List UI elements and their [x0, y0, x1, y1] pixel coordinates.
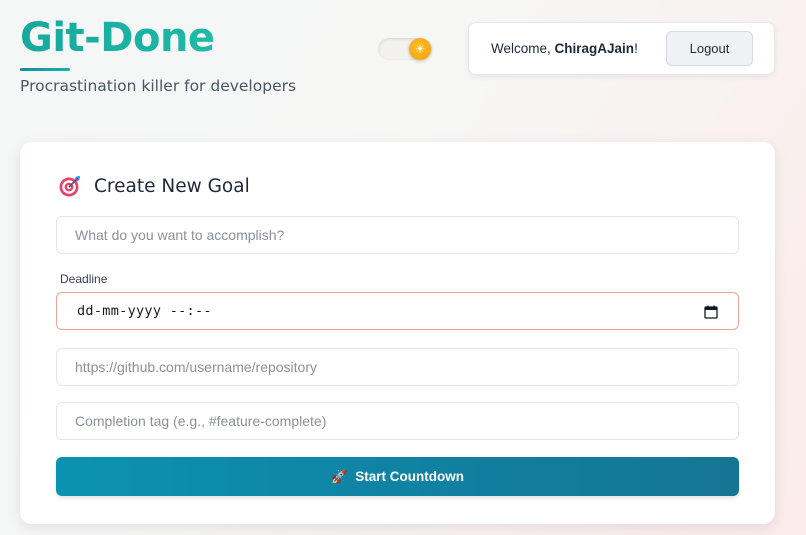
completion-tag-input[interactable]: [56, 402, 739, 440]
brand-tagline: Procrastination killer for developers: [20, 77, 297, 95]
create-goal-card: Create New Goal Deadline dd-mm-yyyy --:-…: [20, 142, 775, 524]
calendar-icon[interactable]: [704, 305, 718, 319]
card-header: Create New Goal: [58, 174, 250, 198]
logout-button[interactable]: Logout: [666, 31, 753, 66]
sun-icon: ☀: [409, 38, 431, 60]
deadline-label: Deadline: [60, 272, 108, 286]
welcome-message: Welcome, ChiragAJain!: [491, 41, 638, 56]
welcome-prefix: Welcome,: [491, 41, 555, 56]
start-countdown-label: Start Countdown: [355, 469, 464, 484]
user-card: Welcome, ChiragAJain! Logout: [468, 22, 775, 75]
start-countdown-button[interactable]: 🚀 Start Countdown: [56, 457, 739, 496]
brand: Git-Done Procrastination killer for deve…: [20, 14, 296, 95]
target-icon: [59, 176, 80, 197]
repository-url-input[interactable]: [56, 348, 739, 386]
welcome-suffix: !: [634, 41, 638, 56]
username: ChiragAJain: [554, 41, 635, 56]
card-title: Create New Goal: [94, 175, 250, 197]
deadline-input[interactable]: dd-mm-yyyy --:--: [56, 292, 739, 330]
brand-title: Git-Done: [20, 14, 296, 62]
goal-input[interactable]: [56, 216, 739, 254]
theme-toggle[interactable]: ☀: [378, 38, 432, 60]
brand-underline: [20, 68, 70, 71]
deadline-value: dd-mm-yyyy --:--: [77, 303, 212, 319]
rocket-icon: 🚀: [331, 468, 348, 484]
